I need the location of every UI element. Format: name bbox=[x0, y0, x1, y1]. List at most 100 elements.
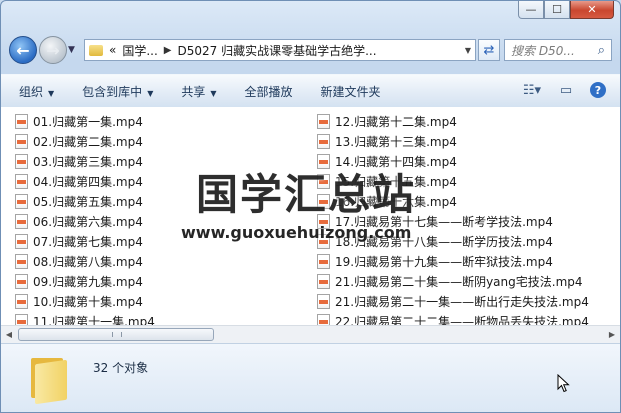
video-file-icon bbox=[15, 153, 28, 169]
horizontal-scrollbar[interactable]: ◀ ▶ bbox=[1, 325, 620, 343]
list-item[interactable]: 17.归藏易第十七集——断考学技法.mp4 bbox=[317, 211, 553, 231]
chevron-down-icon: ▼ bbox=[48, 88, 55, 98]
chevron-down-icon: ▼ bbox=[147, 88, 154, 98]
breadcrumb-segment[interactable]: 国学... bbox=[122, 42, 157, 59]
list-item[interactable]: 21.归藏易第二十集——断阴yang宅技法.mp4 bbox=[317, 271, 583, 291]
play-all-button[interactable]: 全部播放 bbox=[245, 83, 293, 100]
chevron-right-icon[interactable]: ▶ bbox=[164, 45, 172, 56]
video-file-icon bbox=[15, 293, 28, 309]
video-file-icon bbox=[317, 253, 330, 269]
file-name: 16.归藏第十六集.mp4 bbox=[335, 194, 457, 209]
video-file-icon bbox=[15, 253, 28, 269]
file-name: 07.归藏第七集.mp4 bbox=[33, 234, 143, 249]
video-file-icon bbox=[317, 233, 330, 249]
file-name: 02.归藏第二集.mp4 bbox=[33, 134, 143, 149]
search-icon[interactable]: ⌕ bbox=[598, 43, 605, 58]
list-item[interactable]: 19.归藏易第十九集——断牢狱技法.mp4 bbox=[317, 251, 553, 271]
include-in-library-menu[interactable]: 包含到库中 ▼ bbox=[82, 83, 153, 100]
file-name: 12.归藏第十二集.mp4 bbox=[335, 114, 457, 129]
address-overflow[interactable]: « bbox=[109, 43, 116, 57]
file-name: 15.归藏第十五集.mp4 bbox=[335, 174, 457, 189]
scrollbar-thumb[interactable] bbox=[18, 328, 214, 341]
maximize-button[interactable]: ☐ bbox=[544, 1, 570, 19]
video-file-icon bbox=[15, 133, 28, 149]
arrow-right-icon: → bbox=[46, 40, 60, 60]
navigation-bar: ← → ▼ « 国学... ▶ D5027 归藏实战课零基础学古绝学... ▼ … bbox=[9, 35, 612, 65]
file-name: 05.归藏第五集.mp4 bbox=[33, 194, 143, 209]
video-file-icon bbox=[15, 173, 28, 189]
video-file-icon bbox=[317, 213, 330, 229]
video-file-icon bbox=[317, 113, 330, 129]
list-item[interactable]: 04.归藏第四集.mp4 bbox=[15, 171, 143, 191]
list-item[interactable]: 15.归藏第十五集.mp4 bbox=[317, 171, 457, 191]
search-placeholder: 搜索 D50... bbox=[511, 43, 575, 58]
command-bar-right: ☷▾ ▭ ? bbox=[522, 81, 606, 99]
forward-button[interactable]: → bbox=[39, 36, 67, 64]
view-options-icon[interactable]: ☷▾ bbox=[522, 81, 542, 99]
video-file-icon bbox=[15, 113, 28, 129]
video-file-icon bbox=[317, 193, 330, 209]
file-name: 14.归藏第十四集.mp4 bbox=[335, 154, 457, 169]
folder-icon bbox=[89, 44, 103, 56]
video-file-icon bbox=[15, 273, 28, 289]
list-item[interactable]: 07.归藏第七集.mp4 bbox=[15, 231, 143, 251]
list-item[interactable]: 13.归藏第十三集.mp4 bbox=[317, 131, 457, 151]
video-file-icon bbox=[15, 213, 28, 229]
address-bar[interactable]: « 国学... ▶ D5027 归藏实战课零基础学古绝学... ▼ bbox=[84, 39, 476, 61]
file-name: 03.归藏第三集.mp4 bbox=[33, 154, 143, 169]
share-menu[interactable]: 共享 ▼ bbox=[181, 83, 216, 100]
command-bar: 组织 ▼ 包含到库中 ▼ 共享 ▼ 全部播放 新建文件夹 ☷▾ ▭ ? bbox=[1, 74, 620, 108]
scroll-right-icon[interactable]: ▶ bbox=[604, 326, 620, 343]
close-button[interactable]: ✕ bbox=[570, 1, 614, 19]
organize-label: 组织 bbox=[19, 84, 44, 99]
video-file-icon bbox=[317, 153, 330, 169]
file-name: 01.归藏第一集.mp4 bbox=[33, 114, 143, 129]
folder-icon bbox=[29, 354, 69, 405]
list-item[interactable]: 10.归藏第十集.mp4 bbox=[15, 291, 143, 311]
help-icon[interactable]: ? bbox=[590, 82, 606, 98]
list-item[interactable]: 05.归藏第五集.mp4 bbox=[15, 191, 143, 211]
share-label: 共享 bbox=[181, 84, 206, 99]
mouse-cursor-icon bbox=[557, 374, 570, 393]
address-dropdown-icon[interactable]: ▼ bbox=[465, 46, 471, 55]
minimize-button[interactable]: — bbox=[518, 1, 544, 19]
list-item[interactable]: 16.归藏第十六集.mp4 bbox=[317, 191, 457, 211]
list-item[interactable]: 03.归藏第三集.mp4 bbox=[15, 151, 143, 171]
file-name: 10.归藏第十集.mp4 bbox=[33, 294, 143, 309]
file-name: 21.归藏易第二十集——断阴yang宅技法.mp4 bbox=[335, 274, 583, 289]
list-item[interactable]: 02.归藏第二集.mp4 bbox=[15, 131, 143, 151]
item-count: 32 个对象 bbox=[93, 361, 149, 375]
refresh-icon: ⇄ bbox=[483, 42, 495, 58]
caption-buttons: — ☐ ✕ bbox=[518, 1, 614, 19]
file-name: 09.归藏第九集.mp4 bbox=[33, 274, 143, 289]
details-pane: 32 个对象 bbox=[1, 343, 620, 412]
back-button[interactable]: ← bbox=[9, 36, 37, 64]
file-name: 19.归藏易第十九集——断牢狱技法.mp4 bbox=[335, 254, 553, 269]
chevron-down-icon: ▼ bbox=[210, 88, 217, 98]
list-item[interactable]: 12.归藏第十二集.mp4 bbox=[317, 111, 457, 131]
video-file-icon bbox=[317, 293, 330, 309]
refresh-button[interactable]: ⇄ bbox=[478, 39, 500, 61]
list-item[interactable]: 18.归藏易第十八集——断学历技法.mp4 bbox=[317, 231, 553, 251]
file-name: 08.归藏第八集.mp4 bbox=[33, 254, 143, 269]
list-item[interactable]: 06.归藏第六集.mp4 bbox=[15, 211, 143, 231]
breadcrumb-current[interactable]: D5027 归藏实战课零基础学古绝学... bbox=[178, 42, 377, 59]
list-item[interactable]: 21.归藏易第二十一集——断出行走失技法.mp4 bbox=[317, 291, 589, 311]
list-item[interactable]: 14.归藏第十四集.mp4 bbox=[317, 151, 457, 171]
explorer-window: — ☐ ✕ ← → ▼ « 国学... ▶ D5027 归藏实战课零基础学古绝学… bbox=[0, 0, 621, 413]
file-name: 06.归藏第六集.mp4 bbox=[33, 214, 143, 229]
video-file-icon bbox=[317, 273, 330, 289]
search-input[interactable]: 搜索 D50... ⌕ bbox=[504, 39, 612, 61]
file-name: 13.归藏第十三集.mp4 bbox=[335, 134, 457, 149]
new-folder-button[interactable]: 新建文件夹 bbox=[321, 83, 381, 100]
video-file-icon bbox=[15, 193, 28, 209]
list-item[interactable]: 01.归藏第一集.mp4 bbox=[15, 111, 143, 131]
preview-pane-icon[interactable]: ▭ bbox=[556, 81, 576, 99]
video-file-icon bbox=[317, 133, 330, 149]
list-item[interactable]: 09.归藏第九集.mp4 bbox=[15, 271, 143, 291]
history-dropdown-icon[interactable]: ▼ bbox=[68, 45, 80, 55]
video-file-icon bbox=[317, 173, 330, 189]
list-item[interactable]: 08.归藏第八集.mp4 bbox=[15, 251, 143, 271]
organize-menu[interactable]: 组织 ▼ bbox=[19, 83, 54, 100]
scroll-left-icon[interactable]: ◀ bbox=[1, 326, 17, 343]
